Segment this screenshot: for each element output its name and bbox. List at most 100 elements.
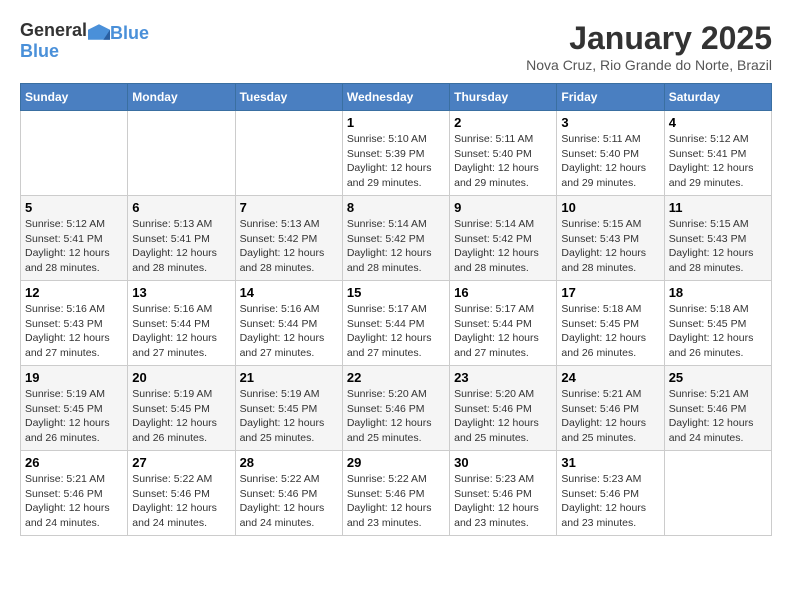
calendar-cell: 7 Sunrise: 5:13 AMSunset: 5:42 PMDaylight… xyxy=(235,196,342,281)
calendar-cell: 9 Sunrise: 5:14 AMSunset: 5:42 PMDaylight… xyxy=(450,196,557,281)
day-info: Sunrise: 5:15 AMSunset: 5:43 PMDaylight:… xyxy=(561,217,659,276)
calendar-cell: 4Sunrise: 5:12 AMSunset: 5:41 PMDaylight… xyxy=(664,111,771,196)
day-info: Sunrise: 5:15 AMSunset: 5:43 PMDaylight:… xyxy=(669,217,767,276)
calendar-week-row: 12Sunrise: 5:16 AMSunset: 5:43 PMDayligh… xyxy=(21,281,772,366)
calendar-cell: 14 Sunrise: 5:16 AMSunset: 5:44 PMDayligh… xyxy=(235,281,342,366)
calendar-cell: 10 Sunrise: 5:15 AMSunset: 5:43 PMDayligh… xyxy=(557,196,664,281)
logo: GeneralBlue Blue xyxy=(20,20,149,62)
calendar-cell: 15Sunrise: 5:17 AMSunset: 5:44 PMDayligh… xyxy=(342,281,449,366)
calendar-cell: 31 Sunrise: 5:23 AMSunset: 5:46 PMDayligh… xyxy=(557,451,664,536)
weekday-header-sunday: Sunday xyxy=(21,84,128,111)
calendar-cell: 16 Sunrise: 5:17 AMSunset: 5:44 PMDayligh… xyxy=(450,281,557,366)
calendar-cell: 20 Sunrise: 5:19 AMSunset: 5:45 PMDayligh… xyxy=(128,366,235,451)
day-number: 16 xyxy=(454,285,552,300)
day-info: Sunrise: 5:23 AMSunset: 5:46 PMDaylight:… xyxy=(561,472,659,531)
day-number: 23 xyxy=(454,370,552,385)
day-number: 27 xyxy=(132,455,230,470)
calendar-cell xyxy=(21,111,128,196)
day-info: Sunrise: 5:12 AMSunset: 5:41 PMDaylight:… xyxy=(25,217,123,276)
day-number: 26 xyxy=(25,455,123,470)
day-number: 20 xyxy=(132,370,230,385)
calendar-cell: 30 Sunrise: 5:23 AMSunset: 5:46 PMDayligh… xyxy=(450,451,557,536)
calendar-title: January 2025 xyxy=(526,20,772,57)
calendar-cell: 27 Sunrise: 5:22 AMSunset: 5:46 PMDayligh… xyxy=(128,451,235,536)
day-number: 25 xyxy=(669,370,767,385)
calendar-cell: 26 Sunrise: 5:21 AMSunset: 5:46 PMDayligh… xyxy=(21,451,128,536)
calendar-cell: 23 Sunrise: 5:20 AMSunset: 5:46 PMDayligh… xyxy=(450,366,557,451)
calendar-cell: 11 Sunrise: 5:15 AMSunset: 5:43 PMDayligh… xyxy=(664,196,771,281)
calendar-cell: 3Sunrise: 5:11 AMSunset: 5:40 PMDaylight… xyxy=(557,111,664,196)
weekday-header-thursday: Thursday xyxy=(450,84,557,111)
calendar-cell: 5 Sunrise: 5:12 AMSunset: 5:41 PMDaylight… xyxy=(21,196,128,281)
weekday-header-wednesday: Wednesday xyxy=(342,84,449,111)
day-info: Sunrise: 5:14 AMSunset: 5:42 PMDaylight:… xyxy=(347,217,445,276)
day-number: 3 xyxy=(561,115,659,130)
calendar-cell: 24 Sunrise: 5:21 AMSunset: 5:46 PMDayligh… xyxy=(557,366,664,451)
day-number: 14 xyxy=(240,285,338,300)
day-info: Sunrise: 5:18 AMSunset: 5:45 PMDaylight:… xyxy=(669,302,767,361)
day-info: Sunrise: 5:22 AMSunset: 5:46 PMDaylight:… xyxy=(347,472,445,531)
calendar-cell: 1Sunrise: 5:10 AMSunset: 5:39 PMDaylight… xyxy=(342,111,449,196)
day-info: Sunrise: 5:10 AMSunset: 5:39 PMDaylight:… xyxy=(347,132,445,191)
calendar-cell: 28 Sunrise: 5:22 AMSunset: 5:46 PMDayligh… xyxy=(235,451,342,536)
day-number: 22 xyxy=(347,370,445,385)
day-number: 11 xyxy=(669,200,767,215)
day-info: Sunrise: 5:21 AMSunset: 5:46 PMDaylight:… xyxy=(561,387,659,446)
calendar-cell: 17 Sunrise: 5:18 AMSunset: 5:45 PMDayligh… xyxy=(557,281,664,366)
day-number: 24 xyxy=(561,370,659,385)
calendar-cell: 12Sunrise: 5:16 AMSunset: 5:43 PMDayligh… xyxy=(21,281,128,366)
day-info: Sunrise: 5:16 AMSunset: 5:44 PMDaylight:… xyxy=(240,302,338,361)
day-number: 5 xyxy=(25,200,123,215)
calendar-cell: 29Sunrise: 5:22 AMSunset: 5:46 PMDayligh… xyxy=(342,451,449,536)
weekday-header-friday: Friday xyxy=(557,84,664,111)
weekday-header-saturday: Saturday xyxy=(664,84,771,111)
day-number: 31 xyxy=(561,455,659,470)
day-info: Sunrise: 5:16 AMSunset: 5:44 PMDaylight:… xyxy=(132,302,230,361)
day-number: 15 xyxy=(347,285,445,300)
calendar-cell: 25Sunrise: 5:21 AMSunset: 5:46 PMDayligh… xyxy=(664,366,771,451)
calendar-cell: 8 Sunrise: 5:14 AMSunset: 5:42 PMDaylight… xyxy=(342,196,449,281)
day-number: 2 xyxy=(454,115,552,130)
weekday-header-monday: Monday xyxy=(128,84,235,111)
logo-general: GeneralBlue xyxy=(20,20,110,62)
day-number: 19 xyxy=(25,370,123,385)
day-info: Sunrise: 5:16 AMSunset: 5:43 PMDaylight:… xyxy=(25,302,123,361)
calendar-week-row: 5 Sunrise: 5:12 AMSunset: 5:41 PMDaylight… xyxy=(21,196,772,281)
day-info: Sunrise: 5:17 AMSunset: 5:44 PMDaylight:… xyxy=(454,302,552,361)
day-info: Sunrise: 5:14 AMSunset: 5:42 PMDaylight:… xyxy=(454,217,552,276)
calendar-cell xyxy=(128,111,235,196)
calendar-table: SundayMondayTuesdayWednesdayThursdayFrid… xyxy=(20,83,772,536)
calendar-cell xyxy=(664,451,771,536)
day-info: Sunrise: 5:11 AMSunset: 5:40 PMDaylight:… xyxy=(454,132,552,191)
day-info: Sunrise: 5:22 AMSunset: 5:46 PMDaylight:… xyxy=(132,472,230,531)
calendar-week-row: 26 Sunrise: 5:21 AMSunset: 5:46 PMDayligh… xyxy=(21,451,772,536)
day-number: 6 xyxy=(132,200,230,215)
day-number: 17 xyxy=(561,285,659,300)
day-info: Sunrise: 5:19 AMSunset: 5:45 PMDaylight:… xyxy=(240,387,338,446)
day-number: 8 xyxy=(347,200,445,215)
day-number: 21 xyxy=(240,370,338,385)
day-info: Sunrise: 5:21 AMSunset: 5:46 PMDaylight:… xyxy=(25,472,123,531)
weekday-header-tuesday: Tuesday xyxy=(235,84,342,111)
day-info: Sunrise: 5:23 AMSunset: 5:46 PMDaylight:… xyxy=(454,472,552,531)
day-number: 7 xyxy=(240,200,338,215)
day-info: Sunrise: 5:19 AMSunset: 5:45 PMDaylight:… xyxy=(132,387,230,446)
calendar-cell: 13Sunrise: 5:16 AMSunset: 5:44 PMDayligh… xyxy=(128,281,235,366)
calendar-cell: 19Sunrise: 5:19 AMSunset: 5:45 PMDayligh… xyxy=(21,366,128,451)
day-info: Sunrise: 5:20 AMSunset: 5:46 PMDaylight:… xyxy=(454,387,552,446)
day-number: 30 xyxy=(454,455,552,470)
day-number: 9 xyxy=(454,200,552,215)
calendar-subtitle: Nova Cruz, Rio Grande do Norte, Brazil xyxy=(526,57,772,73)
calendar-cell: 6Sunrise: 5:13 AMSunset: 5:41 PMDaylight… xyxy=(128,196,235,281)
day-info: Sunrise: 5:18 AMSunset: 5:45 PMDaylight:… xyxy=(561,302,659,361)
day-number: 18 xyxy=(669,285,767,300)
day-info: Sunrise: 5:13 AMSunset: 5:42 PMDaylight:… xyxy=(240,217,338,276)
day-info: Sunrise: 5:12 AMSunset: 5:41 PMDaylight:… xyxy=(669,132,767,191)
day-number: 28 xyxy=(240,455,338,470)
calendar-cell: 22Sunrise: 5:20 AMSunset: 5:46 PMDayligh… xyxy=(342,366,449,451)
calendar-cell: 18 Sunrise: 5:18 AMSunset: 5:45 PMDayligh… xyxy=(664,281,771,366)
day-number: 10 xyxy=(561,200,659,215)
calendar-header-row: SundayMondayTuesdayWednesdayThursdayFrid… xyxy=(21,84,772,111)
day-info: Sunrise: 5:22 AMSunset: 5:46 PMDaylight:… xyxy=(240,472,338,531)
calendar-week-row: 1Sunrise: 5:10 AMSunset: 5:39 PMDaylight… xyxy=(21,111,772,196)
